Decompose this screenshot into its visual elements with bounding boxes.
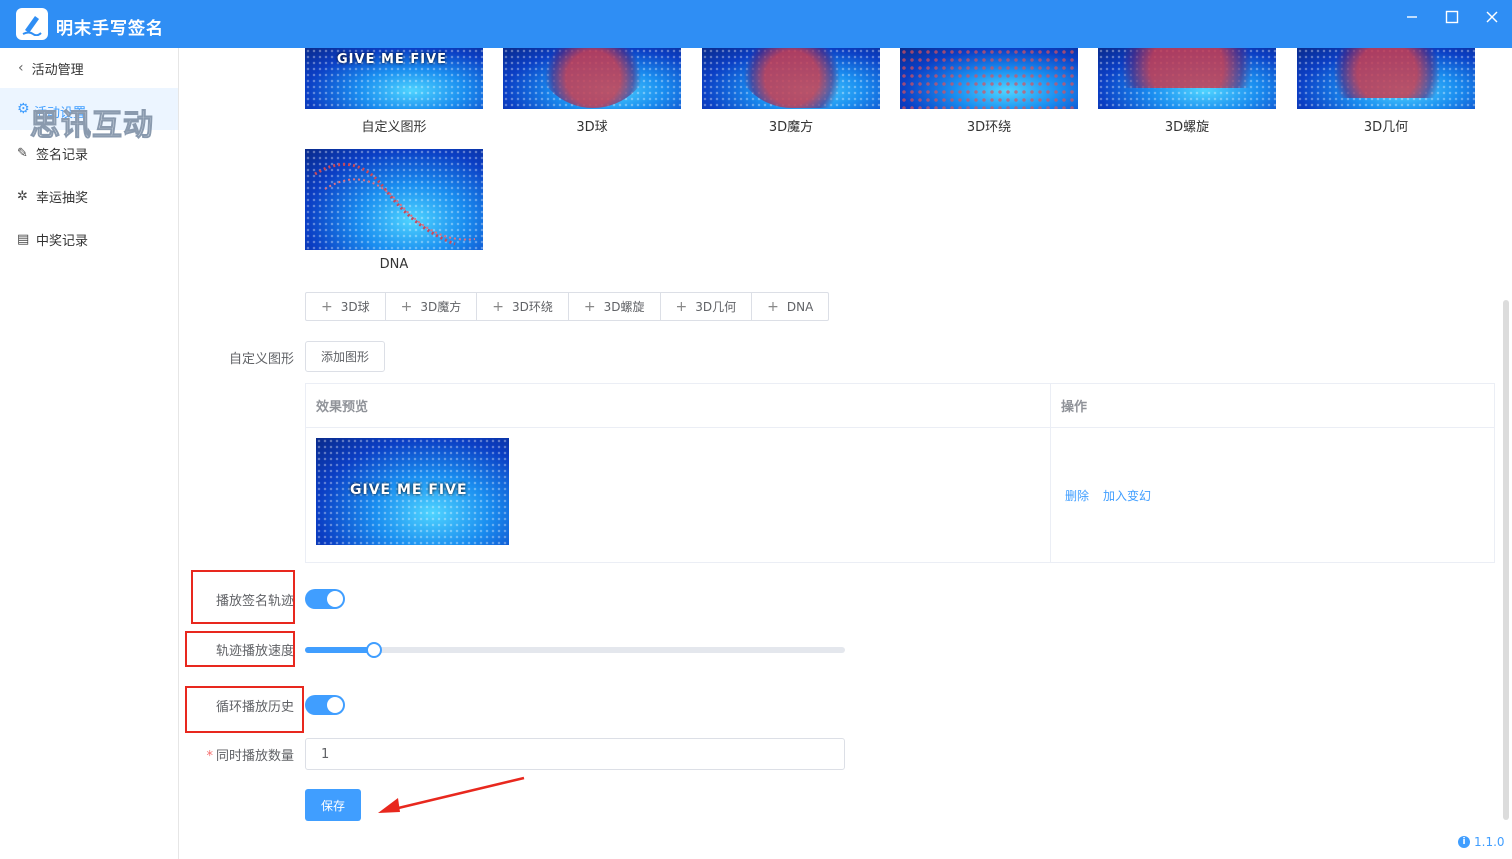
effect-thumb-dna[interactable] [305, 149, 483, 250]
effect-thumb-3d-spiral[interactable] [1098, 48, 1276, 109]
close-button[interactable] [1478, 6, 1506, 28]
back-to-activity-management[interactable]: ‹ 活动管理 [0, 48, 178, 88]
minimize-button[interactable] [1398, 6, 1426, 28]
sidebar-item-lottery[interactable]: ✲ 幸运抽奖 [0, 176, 178, 216]
add-dna-button[interactable]: + DNA [752, 293, 828, 320]
plus-icon: + [767, 298, 779, 315]
add-3d-surround-button[interactable]: +3D环绕 [477, 293, 569, 320]
preview-image: GIVE ME FIVE [316, 438, 509, 545]
loop-history-switch[interactable] [305, 695, 345, 715]
prize-record-icon: ▤ [17, 231, 30, 247]
sidebar-item-label: 幸运抽奖 [36, 190, 89, 206]
plus-icon: + [675, 298, 688, 315]
plus-icon: + [321, 298, 333, 315]
lottery-icon: ✲ [17, 188, 28, 204]
add-3d-geometry-button[interactable]: +3D几何 [661, 293, 753, 320]
scrollbar[interactable] [1503, 300, 1509, 820]
speed-slider-fill [305, 647, 374, 653]
effect-thumb-3d-geometry[interactable] [1297, 48, 1475, 109]
sidebar-item-signature-record[interactable]: ✎ 签名记录 [0, 133, 178, 173]
speed-slider[interactable] [305, 642, 845, 658]
add-to-mix-link[interactable]: 加入变幻 [1103, 487, 1151, 504]
signature-record-icon: ✎ [17, 145, 28, 161]
app-title: 明末手写签名 [56, 19, 164, 39]
effect-thumb-3d-cube[interactable] [702, 48, 880, 109]
add-3d-cube-button[interactable]: +3D魔方 [386, 293, 478, 320]
title-bar: 明末手写签名 [0, 0, 1512, 48]
plus-icon: + [492, 298, 504, 315]
play-track-label: 播放签名轨迹 [215, 594, 294, 609]
plus-icon: + [400, 298, 413, 315]
effect-caption: DNA [379, 257, 409, 272]
back-label: 活动管理 [31, 62, 84, 78]
main-content: GIVE ME FIVE 自定义图形 3D球 3D魔方 3D环绕 3D螺旋 3D… [180, 48, 1512, 859]
save-button[interactable]: 保存 [305, 789, 361, 821]
plus-icon: + [583, 298, 596, 315]
loop-history-label: 循环播放历史 [215, 700, 294, 715]
version-badge: i 1.1.0 [1458, 835, 1505, 849]
effect-caption: 3D螺旋 [1164, 120, 1210, 135]
chevron-left-icon: ‹ [18, 60, 24, 76]
custom-shape-label: 自定义图形 [228, 352, 294, 367]
add-3d-spiral-button[interactable]: +3D螺旋 [569, 293, 661, 320]
speed-slider-handle[interactable] [365, 642, 382, 658]
add-shape-button[interactable]: 添加图形 [305, 341, 385, 372]
sidebar: ‹ 活动管理 ⚙ 活动设置 思讯互动 ✎ 签名记录 ✲ 幸运抽奖 ▤ 中奖记录 [0, 48, 179, 859]
play-track-switch[interactable] [305, 589, 345, 609]
sidebar-item-label: 中奖记录 [36, 233, 89, 249]
effect-caption: 3D球 [576, 120, 608, 135]
sidebar-item-settings[interactable]: ⚙ 活动设置 [0, 88, 178, 130]
sidebar-item-label: 活动设置 [34, 106, 87, 121]
effect-thumb-3d-surround[interactable] [900, 48, 1078, 109]
sidebar-item-prize-record[interactable]: ▤ 中奖记录 [0, 219, 178, 259]
add-3d-ball-button[interactable]: +3D球 [306, 293, 386, 320]
maximize-button[interactable] [1438, 6, 1466, 28]
info-icon: i [1458, 836, 1470, 848]
annotation-arrow-icon [378, 776, 525, 813]
effect-tag-group: +3D球 +3D魔方 +3D环绕 +3D螺旋 +3D几何 + DNA [305, 292, 830, 321]
speed-label: 轨迹播放速度 [215, 644, 294, 659]
column-header-actions: 操作 [1051, 384, 1494, 428]
custom-shape-table: 效果预览 操作 GIVE ME FIVE 删除 加入变幻 [305, 383, 1495, 563]
effect-caption: 自定义图形 [361, 120, 427, 135]
effect-caption: 3D魔方 [768, 120, 814, 135]
effect-caption: 3D几何 [1363, 120, 1409, 135]
effect-thumb-3d-ball[interactable] [503, 48, 681, 109]
gear-icon: ⚙ [17, 101, 30, 117]
column-header-preview: 效果预览 [306, 384, 1050, 428]
concurrent-count-label: * 同时播放数量 [206, 749, 294, 764]
effect-caption: 3D环绕 [966, 120, 1012, 135]
sidebar-item-label: 签名记录 [36, 147, 89, 163]
effect-thumb-custom[interactable]: GIVE ME FIVE [305, 48, 483, 109]
concurrent-count-input[interactable] [305, 738, 845, 770]
delete-link[interactable]: 删除 [1065, 487, 1089, 504]
app-logo-icon [16, 8, 48, 40]
